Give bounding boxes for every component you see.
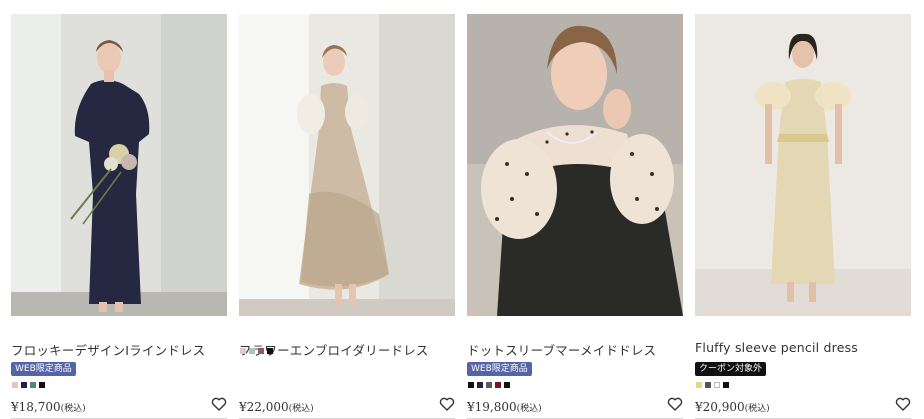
web-exclusive-badge: WEB限定商品 [467, 362, 532, 376]
product-price: ¥18,700(税込) [11, 400, 86, 414]
product-photo-floral-dress[interactable] [239, 14, 455, 316]
product-photo-navy-dress[interactable] [11, 14, 227, 316]
heart-outline-icon[interactable] [211, 396, 227, 412]
color-swatch [504, 382, 510, 388]
tax-label: (税込) [744, 404, 770, 414]
product-card[interactable]: フロッキーデザインIラインドレス WEB限定商品 ¥18,700(税込) [11, 14, 227, 419]
tax-label: (税込) [60, 404, 86, 414]
product-card[interactable]: Fluffy sleeve pencil dress クーポン対象外 ¥20,9… [695, 14, 911, 419]
product-card[interactable]: ドットスリーブマーメイドドレス WEB限定商品 ¥19,800(税込) [467, 14, 683, 419]
color-swatch [705, 382, 711, 388]
color-swatch [12, 382, 18, 388]
product-grid: フロッキーデザインIラインドレス WEB限定商品 ¥18,700(税込) フラワ… [0, 0, 924, 419]
color-swatch [468, 382, 474, 388]
color-swatch [696, 382, 702, 388]
heart-outline-icon[interactable] [667, 396, 683, 412]
color-swatch [495, 382, 501, 388]
color-swatch [714, 382, 720, 388]
color-swatch [723, 382, 729, 388]
product-price: ¥19,800(税込) [467, 400, 542, 414]
web-exclusive-badge: WEB限定商品 [11, 362, 76, 376]
color-swatch [21, 382, 27, 388]
tax-label: (税込) [288, 404, 314, 414]
tax-label: (税込) [516, 404, 542, 414]
color-swatch [30, 382, 36, 388]
color-swatch [486, 382, 492, 388]
color-swatch [39, 382, 45, 388]
color-swatch [249, 348, 255, 354]
color-swatch [267, 348, 273, 354]
heart-outline-icon[interactable] [439, 396, 455, 412]
product-card[interactable]: フラワーエンブロイダリードレス ¥22,000(税込) [239, 14, 455, 419]
heart-outline-icon[interactable] [895, 396, 911, 412]
color-swatches [240, 348, 273, 354]
color-swatch [477, 382, 483, 388]
product-photo-dot-sleeve-dress[interactable] [467, 14, 683, 316]
product-photo-gold-pencil-dress[interactable] [695, 14, 911, 316]
product-name[interactable]: ドットスリーブマーメイドドレス [467, 340, 656, 359]
product-price: ¥22,000(税込) [239, 400, 314, 414]
color-swatch [240, 348, 246, 354]
coupon-excluded-badge: クーポン対象外 [695, 362, 767, 376]
color-swatches [696, 382, 729, 388]
color-swatch [258, 348, 264, 354]
product-name[interactable]: Fluffy sleeve pencil dress [695, 340, 858, 355]
color-swatches [468, 382, 510, 388]
product-price: ¥20,900(税込) [695, 400, 770, 414]
product-name[interactable]: フロッキーデザインIラインドレス [11, 340, 205, 359]
color-swatches [12, 382, 45, 388]
